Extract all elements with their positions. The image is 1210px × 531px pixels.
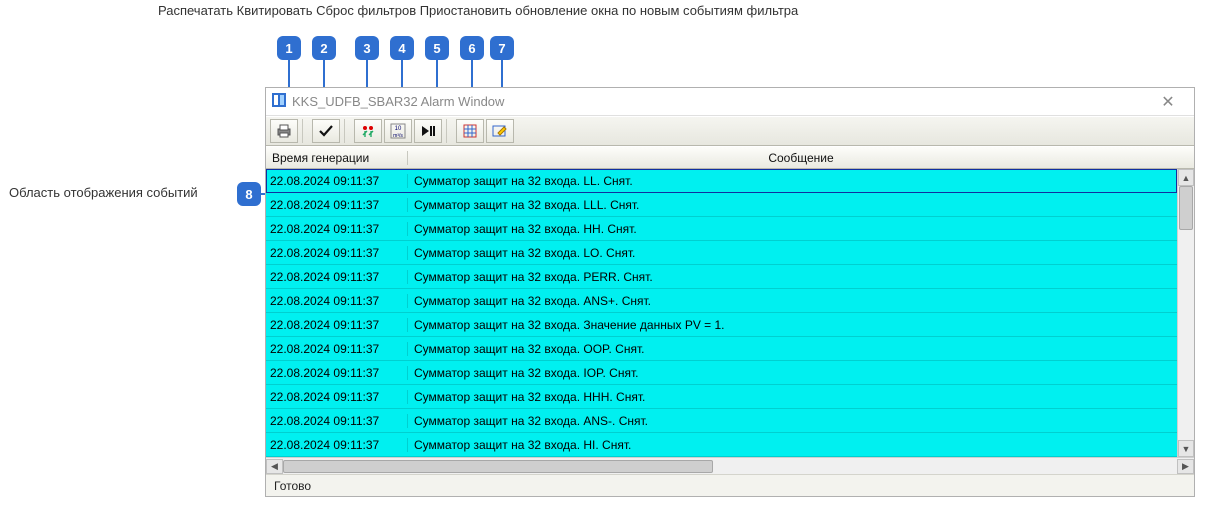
cell-time: 22.08.2024 09:11:37 [266,174,408,188]
table-row[interactable]: 22.08.2024 09:11:37Сумматор защит на 32 … [266,193,1177,217]
table-row[interactable]: 22.08.2024 09:11:37Сумматор защит на 32 … [266,409,1177,433]
cell-time: 22.08.2024 09:11:37 [266,366,408,380]
cell-time: 22.08.2024 09:11:37 [266,414,408,428]
table-row[interactable]: 22.08.2024 09:11:37Сумматор защит на 32 … [266,217,1177,241]
hscroll-track[interactable] [283,459,1177,474]
callout-badge-8: 8 [237,182,261,206]
title-bar: KKS_UDFB_SBAR32 Alarm Window ✕ [266,88,1194,116]
cell-msg: Сумматор защит на 32 входа. HHH. Снят. [408,390,1177,404]
window-title: KKS_UDFB_SBAR32 Alarm Window [292,94,1148,109]
table-row[interactable]: 22.08.2024 09:11:37Сумматор защит на 32 … [266,313,1177,337]
hscroll-thumb[interactable] [283,460,713,473]
col-header-msg[interactable]: Сообщение [408,151,1194,165]
cell-msg: Сумматор защит на 32 входа. IOP. Снят. [408,366,1177,380]
side-caption: Область отображения событий [9,185,198,200]
table-row[interactable]: 22.08.2024 09:11:37Сумматор защит на 32 … [266,337,1177,361]
svg-text:m³/s: m³/s [393,133,403,139]
toolbar-separator [302,119,308,143]
table-row[interactable]: 22.08.2024 09:11:37Сумматор защит на 32 … [266,433,1177,457]
cell-time: 22.08.2024 09:11:37 [266,222,408,236]
grid-rows: 22.08.2024 09:11:37Сумматор защит на 32 … [266,169,1177,457]
app-icon [272,93,286,110]
grid-header: Время генерации Сообщение [266,146,1194,169]
callout-badge-7: 7 [490,36,514,60]
cell-time: 22.08.2024 09:11:37 [266,438,408,452]
cell-time: 22.08.2024 09:11:37 [266,294,408,308]
cell-msg: Сумматор защит на 32 входа. HI. Снят. [408,438,1177,452]
cell-msg: Сумматор защит на 32 входа. OOP. Снят. [408,342,1177,356]
print-button[interactable] [270,119,298,143]
toolbar-separator [446,119,452,143]
callout-badge-2: 2 [312,36,336,60]
cell-msg: Сумматор защит на 32 входа. Значение дан… [408,318,1177,332]
cell-time: 22.08.2024 09:11:37 [266,342,408,356]
table-row[interactable]: 22.08.2024 09:11:37Сумматор защит на 32 … [266,385,1177,409]
cell-msg: Сумматор защит на 32 входа. PERR. Снят. [408,270,1177,284]
edit-button[interactable] [486,119,514,143]
status-text: Готово [274,479,311,493]
scroll-thumb[interactable] [1179,186,1193,230]
events-grid: Время генерации Сообщение 22.08.2024 09:… [266,146,1194,457]
cell-msg: Сумматор защит на 32 входа. LLL. Снят. [408,198,1177,212]
callout-badge-3: 3 [355,36,379,60]
cell-msg: Сумматор защит на 32 входа. ANS+. Снят. [408,294,1177,308]
cell-time: 22.08.2024 09:11:37 [266,270,408,284]
reset-filter-button[interactable] [354,119,382,143]
table-row[interactable]: 22.08.2024 09:11:37Сумматор защит на 32 … [266,361,1177,385]
scroll-down-button[interactable]: ▼ [1178,440,1194,457]
horizontal-scrollbar[interactable]: ◀ ▶ [266,457,1194,474]
cell-time: 22.08.2024 09:11:37 [266,246,408,260]
svg-text:10: 10 [395,126,402,132]
cell-time: 22.08.2024 09:11:37 [266,198,408,212]
callout-badge-4: 4 [390,36,414,60]
table-row[interactable]: 22.08.2024 09:11:37Сумматор защит на 32 … [266,169,1177,193]
ack-button[interactable] [312,119,340,143]
callouts-caption: Распечатать Квитировать Сброс фильтров П… [158,3,798,18]
grid-button[interactable] [456,119,484,143]
toolbar-separator [344,119,350,143]
play-pause-button[interactable] [414,119,442,143]
toolbar: 10m³/s [266,116,1194,146]
cell-time: 22.08.2024 09:11:37 [266,318,408,332]
callout-badge-6: 6 [460,36,484,60]
col-header-time[interactable]: Время генерации [266,151,408,165]
table-row[interactable]: 22.08.2024 09:11:37Сумматор защит на 32 … [266,241,1177,265]
scroll-up-button[interactable]: ▲ [1178,169,1194,186]
alarm-window: KKS_UDFB_SBAR32 Alarm Window ✕ 10m³/s [265,87,1195,497]
callout-badge-5: 5 [425,36,449,60]
callout-badge-1: 1 [277,36,301,60]
scroll-track[interactable] [1178,186,1194,440]
scroll-left-button[interactable]: ◀ [266,459,283,474]
cell-msg: Сумматор защит на 32 входа. LL. Снят. [408,174,1177,188]
cell-time: 22.08.2024 09:11:37 [266,390,408,404]
table-row[interactable]: 22.08.2024 09:11:37Сумматор защит на 32 … [266,289,1177,313]
cell-msg: Сумматор защит на 32 входа. ANS-. Снят. [408,414,1177,428]
vertical-scrollbar[interactable]: ▲ ▼ [1177,169,1194,457]
status-bar: Готово [266,474,1194,496]
close-button[interactable]: ✕ [1148,92,1188,112]
cell-msg: Сумматор защит на 32 входа. LO. Снят. [408,246,1177,260]
table-row[interactable]: 22.08.2024 09:11:37Сумматор защит на 32 … [266,265,1177,289]
cell-msg: Сумматор защит на 32 входа. HH. Снят. [408,222,1177,236]
units-button[interactable]: 10m³/s [384,119,412,143]
scroll-right-button[interactable]: ▶ [1177,459,1194,474]
